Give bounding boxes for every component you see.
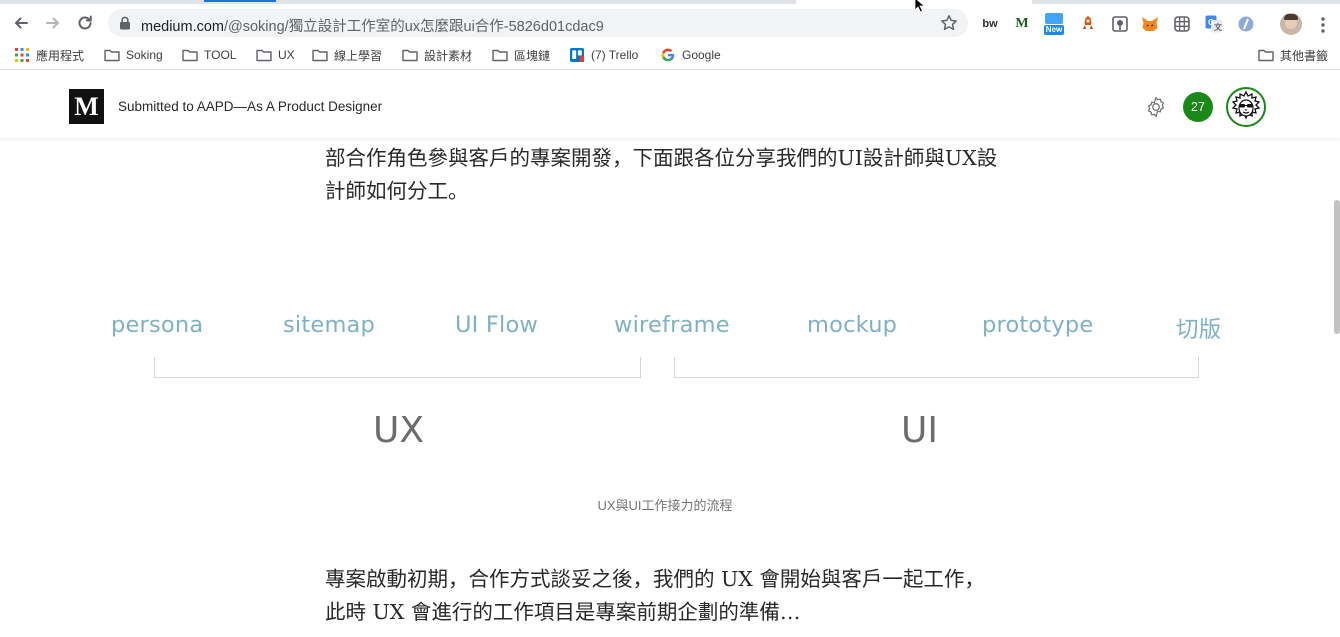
- bookmark-apps-label: 應用程式: [36, 48, 85, 63]
- google-icon: [661, 48, 675, 62]
- reload-icon: [78, 15, 92, 30]
- bookmark-label: Google: [682, 48, 721, 62]
- bw-extension-icon[interactable]: bw: [980, 14, 1000, 34]
- gear-icon[interactable]: [1144, 95, 1168, 119]
- bookmark-google[interactable]: Google: [660, 47, 721, 63]
- flow-step-sitemap: sitemap: [283, 312, 376, 338]
- medium-logo-letter: M: [74, 91, 99, 121]
- arrow-left-icon: [15, 17, 28, 29]
- flow-step-persona: persona: [111, 312, 204, 338]
- circle-icon: [1238, 16, 1254, 32]
- pin-extension-icon[interactable]: [1110, 14, 1130, 34]
- scrollbar-thumb[interactable]: [1334, 200, 1340, 334]
- svg-text:文: 文: [1214, 22, 1223, 32]
- bw-extension-label: bw: [982, 18, 998, 30]
- apps-grid-icon: [15, 48, 29, 62]
- arrow-right-icon: [46, 17, 59, 29]
- new-extension-label: New: [1043, 25, 1065, 35]
- medium-header: M Submitted to AAPD—As A Product Designe…: [0, 71, 1340, 138]
- lion-avatar-icon: [1229, 90, 1263, 124]
- bookmark-label: Soking: [126, 48, 163, 62]
- bookmark-label: 其他書籤: [1280, 48, 1329, 63]
- article-paragraph-2: 專案啟動初期，合作方式談妥之後，我們的 UX 會開始與客戶一起工作，此時 UX …: [325, 567, 985, 624]
- mouse-cursor-icon: [914, 0, 926, 12]
- bookmark-trello[interactable]: (7) Trello: [569, 47, 638, 63]
- profile-avatar[interactable]: [1280, 13, 1302, 35]
- url-path: /@soking/獨立設計工作室的ux怎麼跟ui合作-5826d01cdac9: [224, 19, 604, 35]
- rocket-extension-icon[interactable]: [1078, 14, 1098, 34]
- folder-icon: [492, 49, 508, 62]
- grid-extension-icon[interactable]: [1172, 14, 1192, 34]
- back-button[interactable]: [8, 10, 34, 36]
- flow-step-ui-flow: UI Flow: [455, 312, 539, 338]
- reload-button[interactable]: [72, 10, 98, 36]
- url-text: medium.com/@soking/獨立設計工作室的ux怎麼跟ui合作-582…: [141, 15, 604, 36]
- forward-button[interactable]: [40, 10, 66, 36]
- bookmark-folder-design-assets[interactable]: 設計素材: [402, 47, 472, 63]
- flow-step-prototype: prototype: [982, 312, 1094, 338]
- ux-bracket: [154, 357, 641, 378]
- user-avatar[interactable]: [1226, 87, 1266, 127]
- article-paragraph-1: 部合作角色參與客戶的專案開發，下面跟各位分享我們的UI設計師與UX設計師如何分工…: [325, 146, 998, 203]
- bookmark-folder-learning[interactable]: 線上學習: [312, 47, 382, 63]
- ui-group-label: UI: [901, 410, 938, 451]
- more-vert-icon[interactable]: [1316, 16, 1330, 34]
- new-extension-icon[interactable]: New: [1042, 12, 1066, 36]
- translate-extension-icon[interactable]: G文: [1204, 14, 1224, 34]
- flow-step-mockup: mockup: [807, 312, 898, 338]
- figure-caption: UX與UI工作接力的流程: [597, 498, 733, 513]
- pin-icon: [1112, 16, 1128, 32]
- bookmark-folder-blockchain[interactable]: 區塊鏈: [492, 47, 550, 63]
- new-extension-window: [1045, 13, 1063, 24]
- lock-icon: [120, 16, 130, 30]
- bookmark-folder-soking[interactable]: Soking: [104, 47, 163, 63]
- notification-count-badge[interactable]: 27: [1183, 92, 1213, 122]
- url-host: medium.com: [141, 19, 224, 35]
- tab-loading-indicator: [204, 0, 276, 2]
- bookmark-other[interactable]: 其他書籤: [1258, 47, 1328, 63]
- circle-extension-icon[interactable]: [1236, 14, 1256, 34]
- rocket-icon: [1083, 16, 1093, 29]
- profile-hair: [1284, 14, 1298, 20]
- bookmark-label: 線上學習: [334, 48, 383, 63]
- address-bar[interactable]: medium.com/@soking/獨立設計工作室的ux怎麼跟ui合作-582…: [108, 9, 968, 37]
- trello-icon: [570, 48, 584, 62]
- medium-logo[interactable]: M: [69, 89, 104, 124]
- folder-icon: [1258, 49, 1274, 62]
- flow-step-wireframe: wireframe: [614, 312, 730, 338]
- bookmark-label: TOOL: [204, 48, 237, 62]
- publication-submitted-label[interactable]: Submitted to AAPD—As A Product Designer: [118, 99, 382, 114]
- fox-icon: [1142, 17, 1158, 31]
- bookmark-folder-ux[interactable]: UX: [256, 47, 295, 63]
- translate-icon: G文: [1205, 15, 1223, 33]
- medium-extension-label: M: [1015, 16, 1029, 31]
- bookmark-label: 區塊鏈: [514, 48, 551, 63]
- flow-step-slicing: 切版: [1176, 317, 1222, 343]
- browser-toolbar: medium.com/@soking/獨立設計工作室的ux怎麼跟ui合作-582…: [0, 4, 1340, 40]
- ux-group-label: UX: [373, 410, 425, 451]
- folder-icon: [402, 49, 418, 62]
- metamask-extension-icon[interactable]: [1140, 14, 1160, 34]
- folder-icon: [182, 49, 198, 62]
- folder-icon: [256, 49, 272, 62]
- bookmark-label: UX: [278, 48, 295, 62]
- folder-icon: [312, 49, 328, 62]
- grid-icon: [1174, 16, 1190, 32]
- bookmark-label: (7) Trello: [591, 48, 639, 62]
- ui-bracket: [674, 357, 1199, 378]
- medium-extension-icon[interactable]: M: [1012, 14, 1032, 34]
- bookmark-label: 設計素材: [424, 48, 473, 63]
- bookmark-apps[interactable]: 應用程式: [14, 47, 84, 63]
- bookmark-star-icon[interactable]: [940, 14, 958, 32]
- bookmark-folder-tool[interactable]: TOOL: [182, 47, 236, 63]
- bookmarks-bar: 應用程式 Soking TOOL UX 線上學習 設計素材 區塊鏈 (7) Tr…: [0, 40, 1340, 70]
- folder-icon: [104, 49, 120, 62]
